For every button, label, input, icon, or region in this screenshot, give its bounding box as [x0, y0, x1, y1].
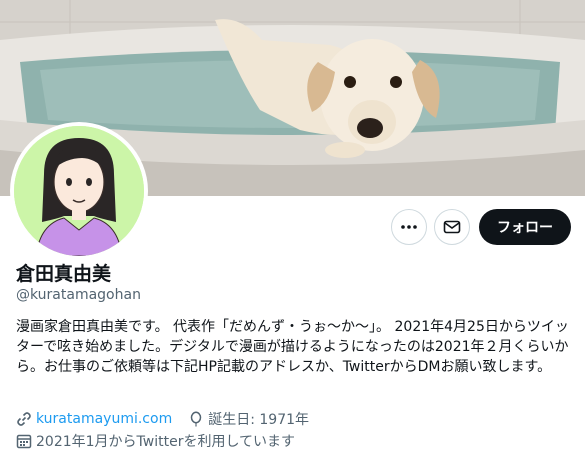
message-button[interactable]	[434, 209, 470, 245]
mail-icon	[443, 220, 461, 234]
avatar-image	[14, 126, 144, 256]
joined-date-text: 2021年1月からTwitterを利用しています	[36, 434, 296, 450]
follow-button[interactable]: フォロー	[479, 209, 571, 245]
more-button[interactable]	[391, 209, 427, 245]
woman-illustration-icon	[14, 126, 144, 256]
profile-bio: 漫画家倉田真由美です。 代表作「だめんず・うぉ〜か〜」。 2021年4月25日か…	[16, 319, 569, 375]
display-name: 倉田真由美	[16, 263, 112, 285]
calendar-icon	[16, 433, 32, 449]
more-dots-icon	[401, 225, 417, 229]
link-icon	[16, 411, 32, 427]
website-link[interactable]: kuratamayumi.com	[36, 411, 172, 427]
avatar[interactable]	[10, 122, 148, 260]
balloon-icon	[188, 411, 204, 427]
profile-meta-row: kuratamayumi.com 誕生日: 1971年	[16, 409, 309, 429]
birthday-text: 誕生日: 1971年	[208, 412, 310, 428]
joined-row: 2021年1月からTwitterを利用しています	[16, 431, 295, 451]
user-handle: @kuratamagohan	[16, 287, 141, 303]
